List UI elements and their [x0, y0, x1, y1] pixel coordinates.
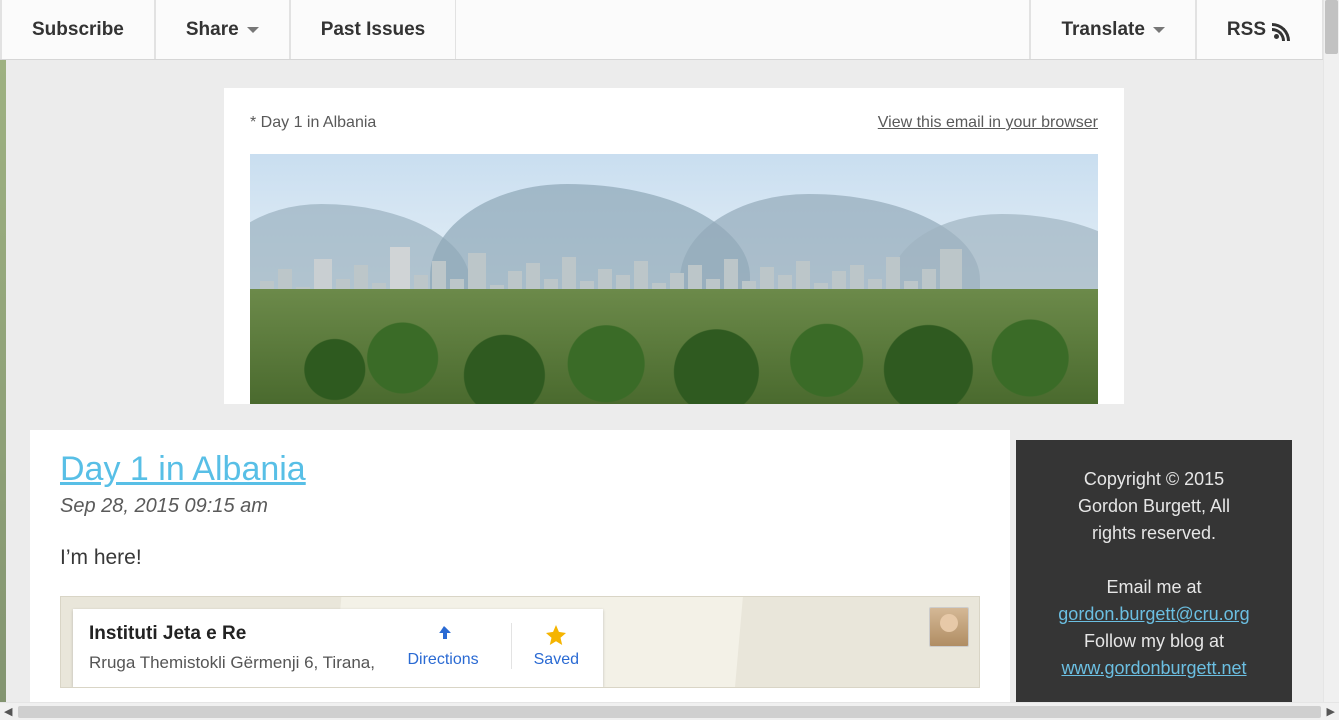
sidebar-footer: Copyright © 2015 Gordon Burgett, All rig… [1016, 440, 1292, 702]
scroll-thumb[interactable] [1325, 0, 1338, 54]
vertical-scrollbar[interactable] [1323, 0, 1339, 702]
page-body: * Day 1 in Albania View this email in yo… [0, 60, 1323, 702]
article-title-link[interactable]: Day 1 in Albania [60, 450, 306, 488]
subscribe-label: Subscribe [32, 19, 124, 41]
toolbar-left: Subscribe Share Past Issues [0, 0, 456, 59]
place-actions: Directions Saved [399, 623, 587, 669]
chevron-down-icon [1153, 27, 1165, 33]
copyright-line-2: Gordon Burgett, All [1034, 493, 1274, 520]
rss-button[interactable]: RSS [1196, 0, 1323, 59]
translate-menu[interactable]: Translate [1029, 0, 1195, 59]
hscroll-track[interactable] [18, 706, 1320, 718]
place-title: Instituti Jeta e Re [89, 623, 387, 645]
blog-link[interactable]: www.gordonburgett.net [1061, 658, 1246, 678]
map-embed[interactable]: Instituti Jeta e Re Rruga Themistokli Gë… [60, 596, 980, 688]
rss-label: RSS [1227, 19, 1266, 41]
toolbar-right: Translate RSS [1029, 0, 1323, 59]
copyright-line-1: Copyright © 2015 [1034, 466, 1274, 493]
article-date: Sep 28, 2015 09:15 am [60, 495, 980, 518]
email-intro: Email me at [1034, 574, 1274, 601]
place-info: Instituti Jeta e Re Rruga Themistokli Gë… [89, 623, 387, 673]
top-toolbar: Subscribe Share Past Issues Translate RS… [0, 0, 1323, 60]
past-issues-label: Past Issues [321, 19, 426, 41]
contact-email-link[interactable]: gordon.burgett@cru.org [1058, 604, 1249, 624]
subscribe-button[interactable]: Subscribe [0, 0, 155, 59]
place-address: Rruga Themistokli Gërmenji 6, Tirana, [89, 653, 387, 673]
directions-button[interactable]: Directions [399, 623, 486, 669]
blog-intro: Follow my blog at [1034, 628, 1274, 655]
hero-greenery [250, 289, 1098, 404]
horizontal-scrollbar[interactable]: ◀ ▶ [0, 702, 1339, 720]
hero-banner-image [250, 154, 1098, 404]
scroll-left-icon[interactable]: ◀ [4, 705, 12, 718]
view-in-browser-link[interactable]: View this email in your browser [878, 114, 1098, 132]
chevron-down-icon [247, 27, 259, 33]
preheader-row: * Day 1 in Albania View this email in yo… [250, 114, 1098, 132]
preheader-tag: * Day 1 in Albania [250, 114, 376, 132]
translate-label: Translate [1061, 19, 1144, 41]
saved-button[interactable]: Saved [511, 623, 587, 669]
place-card: Instituti Jeta e Re Rruga Themistokli Gë… [73, 609, 603, 687]
article-heading: Day 1 in Albania [60, 450, 980, 489]
directions-icon [431, 623, 455, 647]
left-edge-decoration [0, 60, 6, 702]
email-container: * Day 1 in Albania View this email in yo… [224, 88, 1124, 404]
star-icon [544, 623, 568, 647]
copyright-line-3: rights reserved. [1034, 520, 1274, 547]
past-issues-button[interactable]: Past Issues [290, 0, 457, 59]
article-block: Day 1 in Albania Sep 28, 2015 09:15 am I… [30, 430, 1010, 702]
map-avatar[interactable] [929, 607, 969, 647]
directions-label: Directions [407, 651, 478, 669]
saved-label: Saved [534, 651, 579, 669]
scroll-right-icon[interactable]: ▶ [1327, 705, 1335, 718]
rss-icon [1274, 21, 1292, 39]
share-label: Share [186, 19, 239, 41]
article-lede: I’m here! [60, 546, 980, 570]
share-menu[interactable]: Share [155, 0, 290, 59]
